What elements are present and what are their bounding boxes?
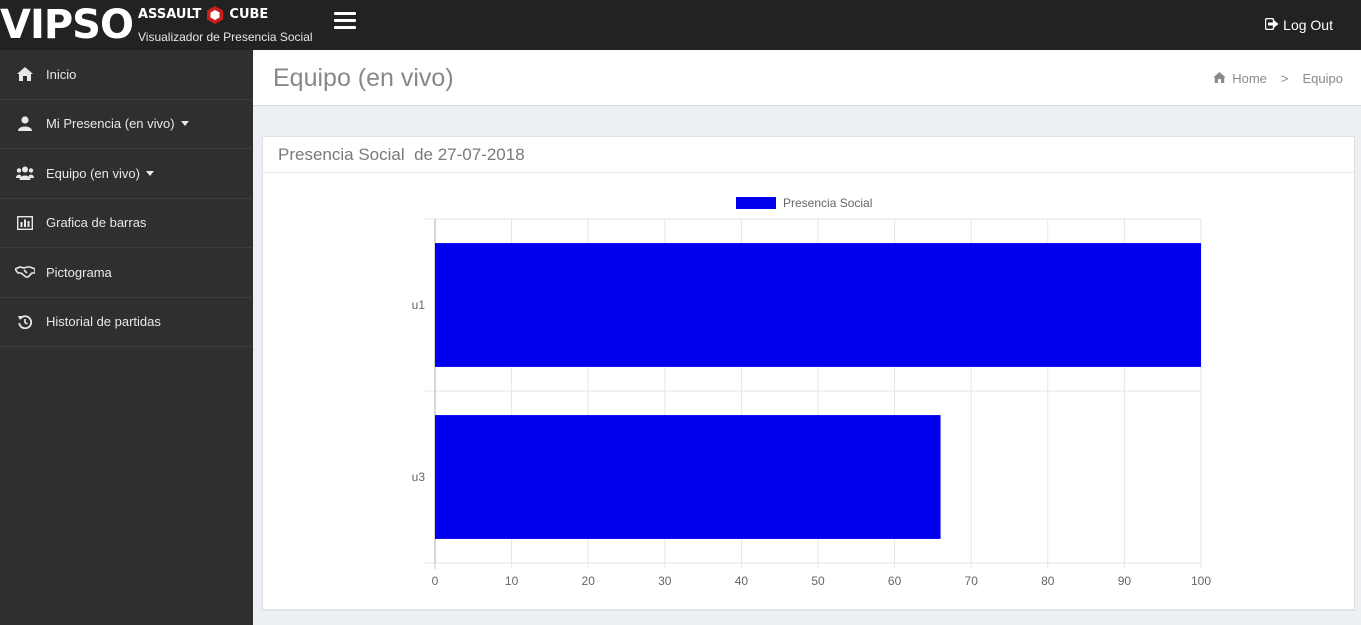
cube-logo-icon	[205, 5, 225, 25]
y-tick-label: u3	[412, 470, 426, 484]
home-icon	[0, 67, 46, 82]
x-tick-label: 30	[658, 574, 672, 588]
chart-container: 0 10 20 30 40 50 60 70 80 90 100 u1 u3 Presencia Soci…	[263, 174, 1354, 609]
breadcrumb-current: Equipo	[1302, 71, 1343, 86]
breadcrumb: Home > Equipo	[1213, 71, 1343, 86]
x-tick-label: 70	[965, 574, 979, 588]
content-header: Equipo (en vivo) Home > Equipo	[253, 50, 1361, 106]
brand-subtitle-block: ASSAULT CUBE Visualizador de Presencia S…	[138, 5, 313, 45]
panel-heading: Presencia Social de 27-07-2018	[263, 137, 1354, 173]
sidebar-item-equipo[interactable]: Equipo (en vivo)	[0, 149, 253, 199]
legend-swatch	[736, 197, 776, 209]
game-name-left: ASSAULT	[138, 7, 202, 22]
panel-title: Presencia Social de 27-07-2018	[278, 144, 525, 164]
bar-u3	[435, 415, 941, 539]
chart-panel: Presencia Social de 27-07-2018 0 10 20 30 40…	[262, 136, 1355, 610]
x-tick-label: 90	[1118, 574, 1132, 588]
bar-u1	[435, 243, 1201, 367]
sidebar-item-label: Grafica de barras	[46, 215, 147, 231]
x-tick-label: 50	[811, 574, 825, 588]
sidebar-item-grafica-barras[interactable]: Grafica de barras	[0, 199, 253, 248]
sidebar-item-label: Equipo (en vivo)	[46, 165, 140, 181]
y-tick-label: u1	[412, 298, 426, 312]
bar-chart-icon	[0, 215, 46, 230]
logout-button[interactable]: Log Out	[1264, 17, 1333, 33]
brand-logo[interactable]: VIPSO	[0, 2, 134, 48]
history-icon	[0, 315, 46, 329]
breadcrumb-separator: >	[1280, 71, 1289, 86]
sidebar-item-label: Inicio	[46, 66, 77, 82]
x-tick-label: 40	[735, 574, 749, 588]
sidebar: Inicio Mi Presencia (en vivo) Equipo (en…	[0, 50, 253, 625]
sidebar-item-mi-presencia[interactable]: Mi Presencia (en vivo)	[0, 100, 253, 149]
x-tick-label: 10	[505, 574, 519, 588]
breadcrumb-home-link[interactable]: Home	[1232, 71, 1267, 86]
x-tick-label: 80	[1041, 574, 1055, 588]
page-title: Equipo (en vivo)	[273, 64, 454, 92]
caret-down-icon	[145, 170, 154, 176]
x-tick-label: 60	[888, 574, 902, 588]
game-name-right: CUBE	[229, 7, 269, 22]
logout-label: Log Out	[1283, 17, 1333, 33]
caret-down-icon	[180, 121, 189, 127]
home-icon	[1213, 71, 1227, 86]
sidebar-item-pictograma[interactable]: Pictograma	[0, 248, 253, 298]
x-tick-label: 100	[1191, 574, 1211, 588]
user-icon	[0, 116, 46, 132]
app-subtitle: Visualizador de Presencia Social	[138, 30, 313, 44]
sidebar-item-label: Mi Presencia (en vivo)	[46, 116, 175, 132]
bar-chart: 0 10 20 30 40 50 60 70 80 90 100 u1 u3 Presencia Soci…	[412, 196, 1212, 588]
x-tick-label: 0	[432, 574, 439, 588]
sidebar-item-historial[interactable]: Historial de partidas	[0, 298, 253, 347]
hamburger-icon[interactable]	[334, 12, 356, 30]
top-navbar: VIPSO ASSAULT CUBE Visualizador de Prese…	[0, 0, 1361, 50]
sidebar-item-inicio[interactable]: Inicio	[0, 50, 253, 100]
users-icon	[0, 166, 46, 181]
sign-out-icon	[1264, 17, 1279, 33]
legend-label: Presencia Social	[783, 196, 872, 210]
sidebar-item-label: Pictograma	[46, 264, 112, 280]
x-tick-label: 20	[582, 574, 596, 588]
sidebar-item-label: Historial de partidas	[46, 314, 161, 330]
handshake-icon	[0, 266, 46, 279]
